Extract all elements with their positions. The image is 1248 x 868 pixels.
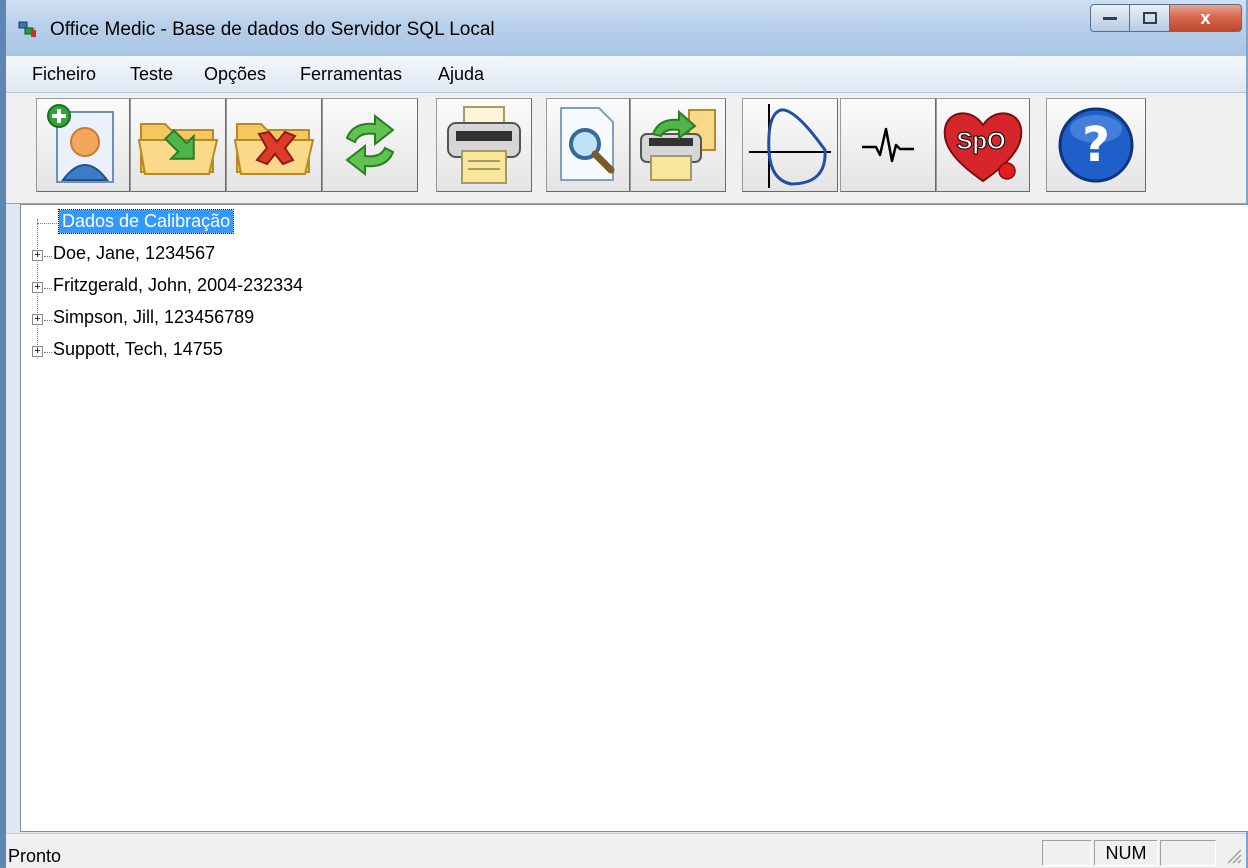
spo2-button[interactable]: SpO xyxy=(936,98,1030,192)
print-button[interactable] xyxy=(436,98,532,192)
delete-folder-icon xyxy=(233,123,315,175)
print-preview-icon xyxy=(560,107,615,181)
tree-root-item[interactable]: Dados de Calibração xyxy=(21,208,421,238)
maximize-button[interactable] xyxy=(1130,4,1170,32)
minimize-button[interactable] xyxy=(1090,4,1130,32)
menu-teste[interactable]: Teste xyxy=(130,64,173,85)
tree-item-label[interactable]: Simpson, Jill, 123456789 xyxy=(53,307,254,328)
ecg-icon xyxy=(862,127,914,163)
maximize-icon xyxy=(1142,12,1157,24)
tree-item[interactable]: + Fritzgerald, John, 2004-232334 xyxy=(21,273,521,303)
tree-item-label[interactable]: Doe, Jane, 1234567 xyxy=(53,243,215,264)
main-window: Office Medic - Base de dados do Servidor… xyxy=(0,0,1248,868)
expand-icon[interactable]: + xyxy=(32,346,43,357)
printer-icon xyxy=(447,106,521,184)
print-preview-button[interactable] xyxy=(546,98,630,192)
title-bar[interactable]: Office Medic - Base de dados do Servidor… xyxy=(6,0,1246,56)
status-pane-scroll xyxy=(1160,840,1216,866)
tree-item[interactable]: + Doe, Jane, 1234567 xyxy=(21,241,521,271)
help-button[interactable]: ? xyxy=(1046,98,1146,192)
expand-icon[interactable]: + xyxy=(32,282,43,293)
status-pane-num: NUM xyxy=(1094,840,1158,866)
app-icon xyxy=(18,21,36,37)
help-label: ? xyxy=(1082,117,1110,173)
expand-icon[interactable]: + xyxy=(32,250,43,261)
toolbar: SpO ? xyxy=(6,93,1246,204)
tree-item-label[interactable]: Suppott, Tech, 14755 xyxy=(53,339,223,360)
menu-ficheiro[interactable]: Ficheiro xyxy=(32,64,96,85)
export-button[interactable] xyxy=(630,98,726,192)
resize-grip-icon[interactable] xyxy=(1224,846,1242,864)
export-icon xyxy=(640,109,716,181)
spo2-heart-icon: SpO xyxy=(943,112,1023,183)
flow-volume-curve-icon xyxy=(749,104,831,188)
ecg-button[interactable] xyxy=(840,98,936,192)
menu-ferramentas[interactable]: Ferramentas xyxy=(300,64,402,85)
close-button[interactable]: x xyxy=(1170,4,1242,32)
tree-item[interactable]: + Suppott, Tech, 14755 xyxy=(21,337,521,367)
status-text: Pronto xyxy=(8,846,62,866)
status-bar: Pronto NUM xyxy=(6,833,1246,868)
refresh-icon xyxy=(345,113,395,177)
spo2-label: SpO xyxy=(956,128,1005,155)
menu-bar: Ficheiro Teste Opções Ferramentas Ajuda xyxy=(6,56,1246,93)
menu-opcoes[interactable]: Opções xyxy=(204,64,266,85)
menu-ajuda[interactable]: Ajuda xyxy=(438,64,484,85)
tree-item-label[interactable]: Fritzgerald, John, 2004-232334 xyxy=(53,275,303,296)
window-controls: x xyxy=(1090,4,1242,34)
expand-icon[interactable]: + xyxy=(32,314,43,325)
tree-item[interactable]: + Simpson, Jill, 123456789 xyxy=(21,305,521,335)
help-icon: ? xyxy=(1058,107,1134,183)
flow-volume-button[interactable] xyxy=(742,98,838,192)
window-title: Office Medic - Base de dados do Servidor… xyxy=(50,19,495,40)
minimize-icon xyxy=(1103,17,1117,20)
tree-root-label[interactable]: Dados de Calibração xyxy=(57,209,235,234)
new-patient-icon xyxy=(47,104,114,183)
close-icon: x xyxy=(1200,7,1211,28)
status-pane-caps xyxy=(1042,840,1092,866)
refresh-button[interactable] xyxy=(322,98,418,192)
delete-button[interactable] xyxy=(226,98,322,192)
open-button[interactable] xyxy=(130,98,226,192)
new-patient-button[interactable] xyxy=(36,98,130,192)
open-folder-icon xyxy=(137,123,219,175)
patient-tree[interactable]: Dados de Calibração + Doe, Jane, 1234567… xyxy=(20,204,1248,832)
